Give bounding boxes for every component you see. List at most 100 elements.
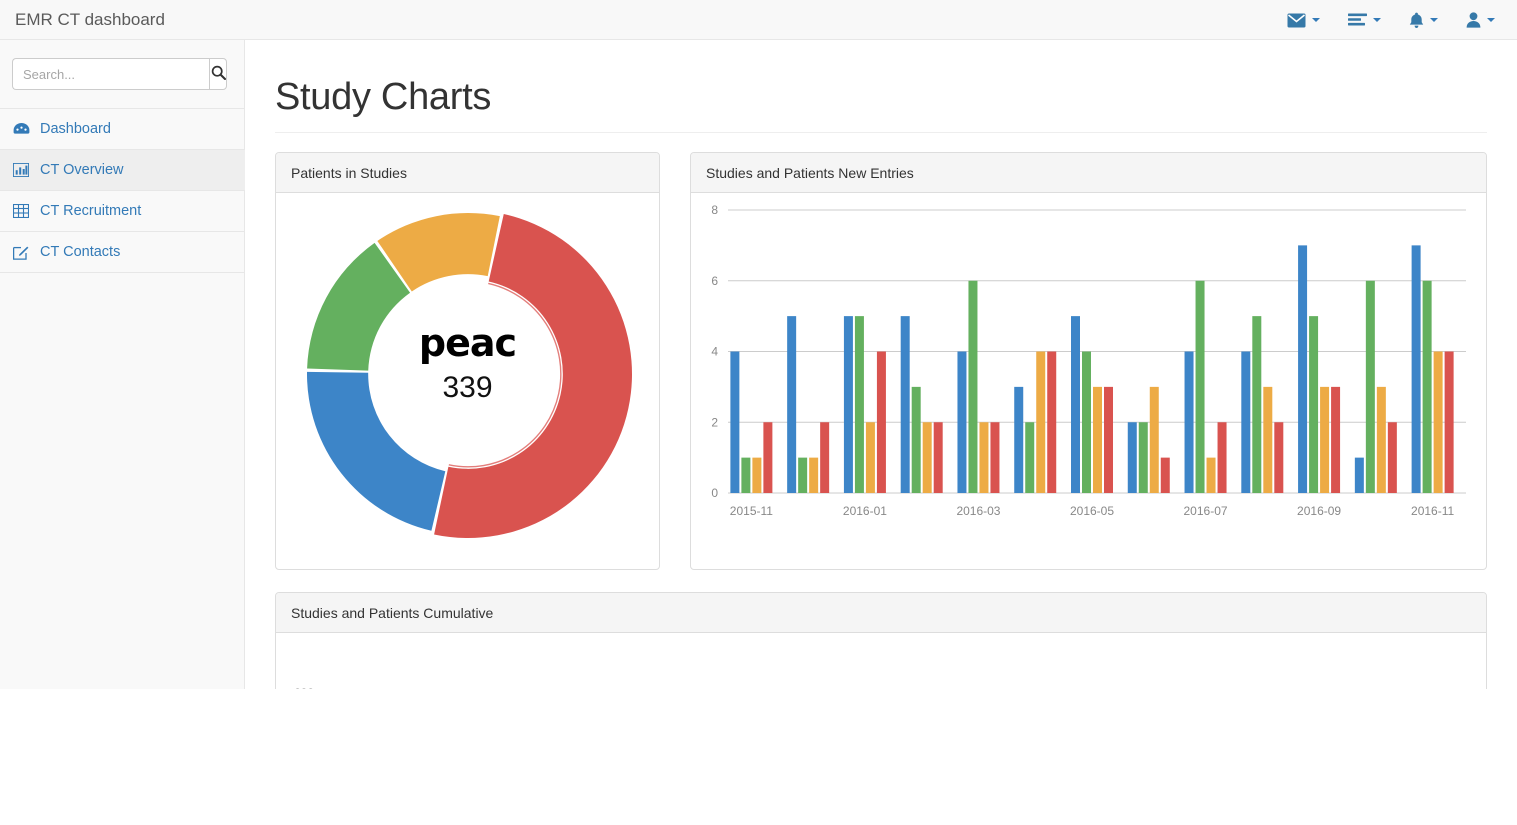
sidebar-item-dashboard[interactable]: Dashboard [0,109,245,150]
bar-strap-2016-02[interactable] [911,386,921,493]
bar-peac-2016-08[interactable] [1274,422,1284,493]
bar-strap-2016-03[interactable] [968,280,978,493]
account-menu[interactable] [1452,0,1509,40]
bar-strap-2016-04[interactable] [1025,422,1035,493]
x-axis-tick-label: 2016-11 [1411,504,1454,518]
bar-r4ra-2016-02[interactable] [900,316,910,493]
cumulative-chart[interactable]: 600 [276,633,1486,689]
bar-r4ra-2016-04[interactable] [1014,386,1024,493]
bar-trp-2016-01[interactable] [865,422,875,493]
y-axis-tick-label: 4 [711,345,718,359]
messages-menu[interactable] [1273,0,1334,40]
bar-r4ra-2016-07[interactable] [1184,351,1194,494]
panel-studies-patients-new-entries: Studies and Patients New Entries 0 2 4 6 8 20… [690,152,1487,570]
sidebar-item-ct-recruitment[interactable]: CT Recruitment [0,191,245,232]
panel-title: Studies and Patients New Entries [691,153,1486,193]
bar-r4ra-2016-08[interactable] [1241,351,1251,494]
chevron-down-icon [1430,18,1438,22]
app-brand-title[interactable]: EMR CT dashboard [10,0,170,40]
bar-trp-2015-11[interactable] [752,457,762,493]
bar-strap-2016-05[interactable] [1082,351,1091,494]
bar-strap-2016-09[interactable] [1309,316,1319,493]
top-navbar: EMR CT dashboard [0,0,1517,40]
bar-strap-2016-06[interactable] [1138,422,1148,493]
user-icon [1466,12,1481,28]
sidebar-item-label: Dashboard [40,121,111,137]
chevron-down-icon [1373,18,1381,22]
bar-strap-2015-11[interactable] [741,457,751,493]
bar-peac-2016-02[interactable] [933,422,943,493]
panel-body: 0 2 4 6 8 2015-11 2016-01 2016-03 2016-05 2016-07… [691,193,1486,569]
panel-patients-in-studies: Patients in Studies peac 339 [275,152,660,570]
bar-strap-2016-01[interactable] [854,316,864,493]
x-axis-tick-label: 2016-07 [1184,504,1228,518]
bar-peac-2016-07[interactable] [1217,422,1227,493]
search-button[interactable] [209,58,227,90]
x-axis-tick-label: 2016-05 [1070,504,1114,518]
bar-trp-2016-09[interactable] [1320,386,1330,493]
chevron-down-icon [1312,18,1320,22]
bar-peac-2015-11[interactable] [763,422,773,493]
sidebar-item-ct-overview[interactable]: CT Overview [0,150,245,191]
bar-r4ra-2016-05[interactable] [1071,316,1080,493]
bar-trp-2016-11[interactable] [1433,351,1443,494]
bar-trp-2016-05[interactable] [1093,386,1102,493]
sidebar-item-label: CT Overview [40,162,124,178]
bar-r4ra-2016-09[interactable] [1298,245,1308,493]
sidebar: Dashboard CT Overview [0,40,245,689]
tasks-menu[interactable] [1334,0,1395,40]
bar-peac-2016-05[interactable] [1104,386,1113,493]
bar-trp-2016-03[interactable] [979,422,989,493]
y-axis-tick-label: 600 [294,686,314,689]
bar-trp-2016-02[interactable] [922,422,932,493]
panel-body: 600 [276,633,1486,689]
y-axis-tick-label: 8 [711,203,718,217]
sidebar-search [12,58,227,90]
y-axis-tick-label: 6 [711,274,718,288]
bar-peac-2016-10[interactable] [1387,422,1397,493]
bar-trp-2016-10[interactable] [1376,386,1386,493]
bar-peac-2016-06[interactable] [1160,457,1170,493]
sidebar-item-label: CT Recruitment [40,203,142,219]
bar-trp-2016-07[interactable] [1206,457,1216,493]
dashboard-icon [13,122,31,136]
bar-trp-2015-12[interactable] [809,457,819,493]
bar-strap-2016-10[interactable] [1365,280,1375,493]
bar-trp-2016-06[interactable] [1149,386,1159,493]
x-axis-tick-label: 2016-03 [956,504,1000,518]
bar-trp-2016-04[interactable] [1036,351,1046,494]
bar-peac-2016-11[interactable] [1444,351,1454,494]
bar-strap-2015-12[interactable] [798,457,808,493]
bar-r4ra-2016-10[interactable] [1354,457,1364,493]
bar-r4ra-2016-03[interactable] [957,351,967,494]
bar-r4ra-2015-12[interactable] [787,316,797,493]
x-axis-tick-label: 2016-01 [843,504,887,518]
bar-strap-2016-11[interactable] [1422,280,1432,493]
bar-trp-2016-08[interactable] [1263,386,1273,493]
notifications-menu[interactable] [1395,0,1452,40]
bar-chart[interactable]: 0 2 4 6 8 2015-11 2016-01 2016-03 2016-05 2016-07… [691,193,1486,569]
bar-peac-2016-04[interactable] [1047,351,1057,494]
page-title: Study Charts [275,76,492,118]
bar-strap-2016-07[interactable] [1195,280,1205,493]
tasks-icon [1348,13,1367,28]
bar-peac-2016-01[interactable] [876,351,886,494]
sidebar-item-ct-contacts[interactable]: CT Contacts [0,232,245,273]
donut-center-label: peac [418,321,517,365]
bar-r4ra-2016-06[interactable] [1127,422,1137,493]
navbar-right-menu [1273,0,1509,40]
bar-r4ra-2016-11[interactable] [1411,245,1421,493]
bell-icon [1409,12,1424,29]
envelope-icon [1287,13,1306,28]
donut-chart[interactable]: peac 339 [276,193,659,569]
y-axis-tick-label: 0 [711,486,718,500]
bar-peac-2015-12[interactable] [820,422,830,493]
bar-strap-2016-08[interactable] [1252,316,1262,493]
bar-r4ra-2016-01[interactable] [843,316,853,493]
search-input[interactable] [12,58,209,90]
bar-r4ra-2015-11[interactable] [730,351,740,494]
bar-peac-2016-09[interactable] [1331,386,1341,493]
chevron-down-icon [1487,18,1495,22]
bar-peac-2016-03[interactable] [990,422,1000,493]
panel-title: Patients in Studies [276,153,659,193]
